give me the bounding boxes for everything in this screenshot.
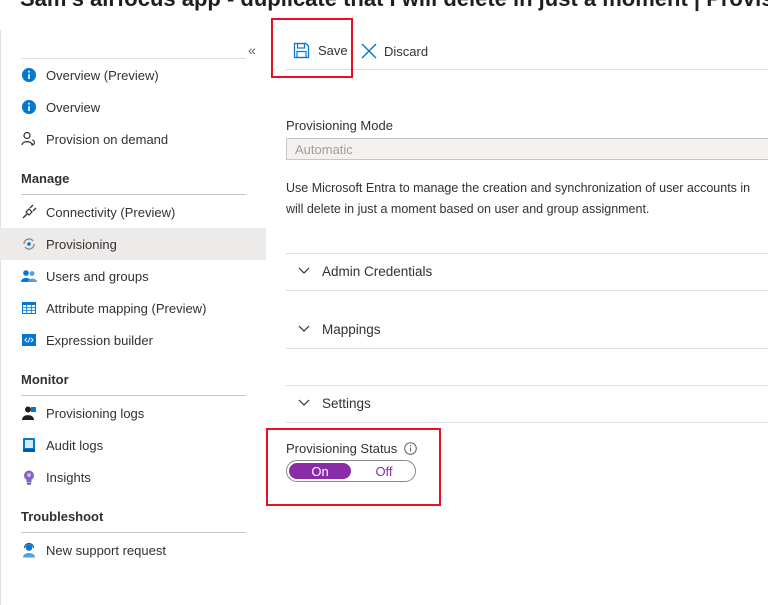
sidebar-item-overview[interactable]: Overview [0, 91, 266, 123]
users-icon [21, 268, 37, 284]
toggle-on-option[interactable]: On [289, 463, 351, 479]
sidebar-item-provisioning-logs[interactable]: Provisioning logs [0, 397, 266, 429]
provisioning-sync-icon [21, 236, 37, 252]
section-divider [286, 290, 768, 291]
sidebar-item-label: Provision on demand [46, 131, 169, 147]
sidebar-item-audit-logs[interactable]: Audit logs [0, 429, 266, 461]
discard-button[interactable]: Discard [360, 42, 428, 60]
sidebar-item-label: Insights [46, 469, 91, 485]
plug-icon [21, 204, 37, 220]
discard-label: Discard [384, 43, 429, 59]
audit-book-icon [21, 437, 37, 453]
provisioning-status-label: Provisioning Status [286, 441, 418, 456]
save-label: Save [318, 43, 348, 58]
accordion-settings[interactable]: Settings [286, 391, 768, 415]
lightbulb-icon [21, 469, 37, 485]
sidebar-item-label: Provisioning [46, 236, 117, 252]
chevron-down-icon [298, 399, 312, 407]
double-chevron-left-icon[interactable]: « [248, 42, 256, 58]
provision-user-icon [21, 131, 37, 147]
sidebar-item-connectivity[interactable]: Connectivity (Preview) [0, 196, 266, 228]
section-heading-monitor: Monitor [21, 372, 69, 387]
accordion-label: Mappings [322, 321, 381, 337]
section-divider [286, 422, 768, 423]
accordion-label: Settings [322, 395, 371, 411]
description-line: Use Microsoft Entra to manage the creati… [286, 181, 751, 195]
accordion-label: Admin Credentials [322, 263, 433, 279]
section-divider [286, 385, 768, 386]
chevron-down-icon [298, 267, 312, 275]
sidebar-item-expression-builder[interactable]: Expression builder [0, 324, 266, 356]
accordion-mappings[interactable]: Mappings [286, 317, 768, 341]
sidebar-item-new-support-request[interactable]: New support request [0, 534, 266, 566]
sidebar-item-label: New support request [46, 542, 166, 558]
sidebar-item-attribute-mapping[interactable]: Attribute mapping (Preview) [0, 292, 266, 324]
description-line: will delete in just a moment based on us… [286, 202, 650, 216]
sidebar-item-insights[interactable]: Insights [0, 461, 266, 493]
section-divider [21, 194, 246, 195]
sidebar-item-label: Attribute mapping (Preview) [46, 300, 207, 316]
section-divider [21, 395, 246, 396]
toolbar-divider [286, 69, 768, 70]
sidebar-item-label: Provisioning logs [46, 405, 145, 421]
sidebar-item-label: Users and groups [46, 268, 149, 284]
code-icon [21, 332, 37, 348]
toggle-off-option[interactable]: Off [353, 463, 415, 479]
page-title: Sam's airfocus app - duplicate that I wi… [20, 0, 768, 13]
info-icon [21, 67, 37, 83]
info-icon [21, 99, 37, 115]
close-icon [360, 42, 378, 60]
section-heading-troubleshoot: Troubleshoot [21, 509, 104, 524]
section-heading-manage: Manage [21, 171, 70, 186]
support-person-icon [21, 542, 37, 558]
sidebar-item-overview-preview[interactable]: Overview (Preview) [0, 59, 266, 91]
provisioning-mode-label: Provisioning Mode [286, 118, 393, 133]
save-icon [293, 42, 310, 59]
section-divider [21, 532, 246, 533]
section-divider [286, 253, 768, 254]
save-button[interactable]: Save [293, 42, 348, 59]
table-icon [21, 300, 37, 316]
log-user-icon [21, 405, 37, 421]
provisioning-description: Use Microsoft Entra to manage the creati… [286, 178, 768, 220]
sidebar-item-label: Audit logs [46, 437, 104, 453]
chevron-down-icon [298, 325, 312, 333]
sidebar-item-label: Overview [46, 99, 101, 115]
provisioning-mode-select[interactable] [286, 138, 768, 160]
sidebar-item-label: Overview (Preview) [46, 67, 159, 83]
sidebar-item-label: Expression builder [46, 332, 153, 348]
provisioning-status-toggle[interactable]: On Off [286, 460, 416, 482]
accordion-admin-credentials[interactable]: Admin Credentials [286, 259, 768, 283]
info-outline-icon[interactable] [404, 442, 418, 455]
sidebar-item-users-and-groups[interactable]: Users and groups [0, 260, 266, 292]
sidebar-item-provisioning[interactable]: Provisioning [0, 228, 266, 260]
sidebar-item-label: Connectivity (Preview) [46, 204, 176, 220]
status-label-text: Provisioning Status [286, 441, 398, 456]
sidebar-item-provision-on-demand[interactable]: Provision on demand [0, 123, 266, 155]
section-divider [286, 348, 768, 349]
